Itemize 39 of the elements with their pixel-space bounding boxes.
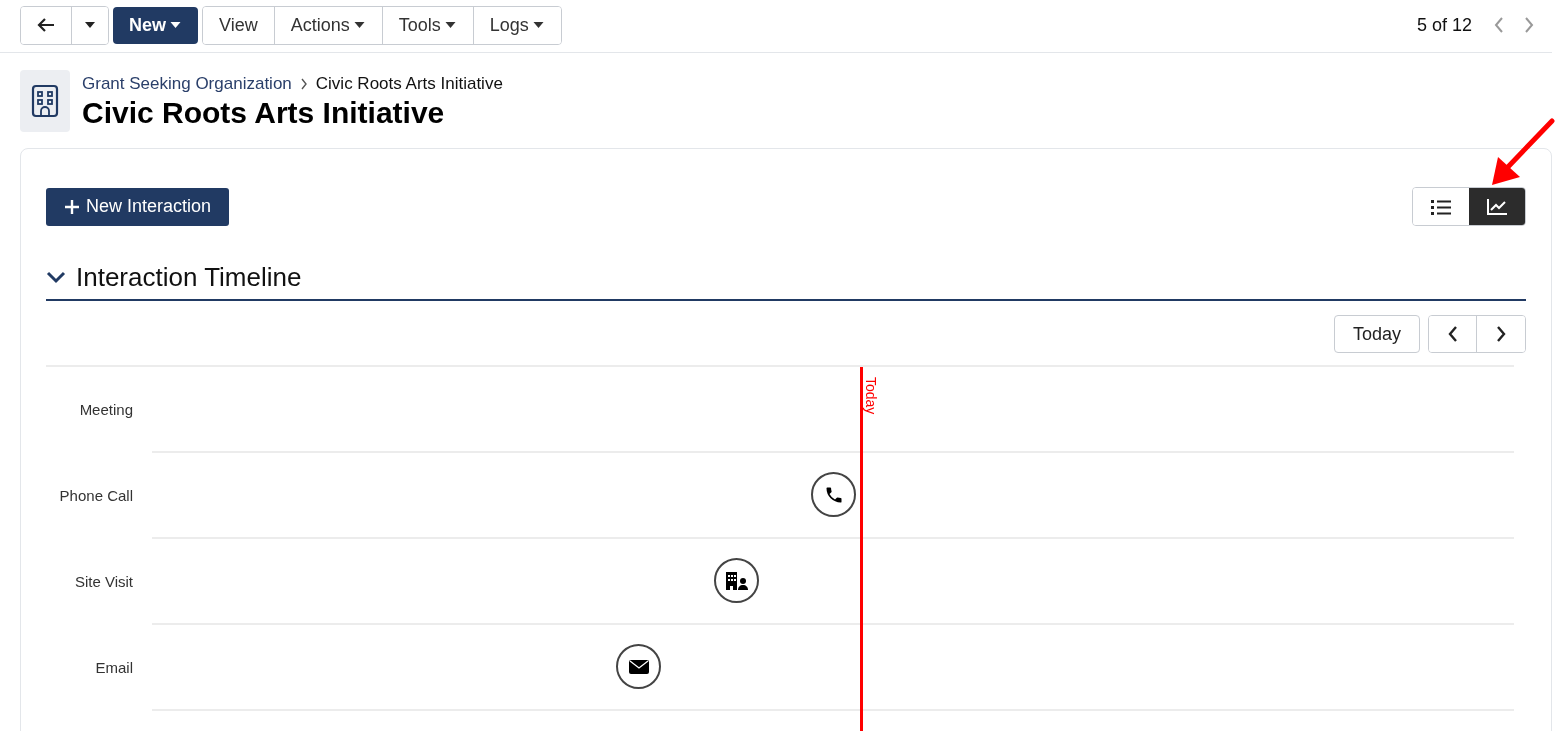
envelope-icon [627,658,650,675]
page-title: Civic Roots Arts Initiative [82,96,446,130]
chevron-right-icon [1524,17,1534,33]
chevron-down-icon [46,270,66,285]
line-chart-icon [1486,197,1508,216]
collapse-toggle[interactable] [46,270,66,285]
caret-icon [443,21,457,29]
new-interaction-button[interactable]: New Interaction [46,187,230,226]
new-button[interactable]: New [113,6,198,44]
today-button[interactable]: Today [1333,315,1420,353]
row-label: Phone Call [58,486,133,504]
site-visit-marker[interactable] [714,558,760,603]
record-counter: 5 of 12 [1416,14,1472,36]
row-label: Meeting [78,400,133,418]
chevron-left-icon [1494,17,1504,33]
chevron-left-icon [1446,325,1459,343]
back-button[interactable] [21,6,72,44]
caret-icon [352,21,366,29]
row-label: Email [94,658,133,676]
email-marker[interactable] [616,644,662,689]
plus-icon [64,198,80,215]
breadcrumb-current: Civic Roots Arts Initiative [315,74,503,94]
section-title: Interaction Timeline [76,262,302,293]
chart-view-button[interactable] [1469,188,1525,225]
building-person-icon [724,570,749,591]
building-icon [20,70,70,132]
chevron-right-icon [299,78,308,90]
list-icon [1431,198,1451,215]
today-label: Today [864,377,879,415]
toolbar-button[interactable]: View [203,6,275,44]
chevron-right-icon [1495,325,1507,343]
breadcrumb-link[interactable]: Grant Seeking Organization [82,74,292,94]
back-arrow-icon [37,17,55,33]
previous-button[interactable] [1429,316,1477,352]
row-label: Site Visit [73,572,133,590]
caret-icon [531,21,545,29]
caret-icon [84,21,96,29]
caret-icon [169,21,182,29]
phone-call-marker[interactable] [811,472,856,517]
